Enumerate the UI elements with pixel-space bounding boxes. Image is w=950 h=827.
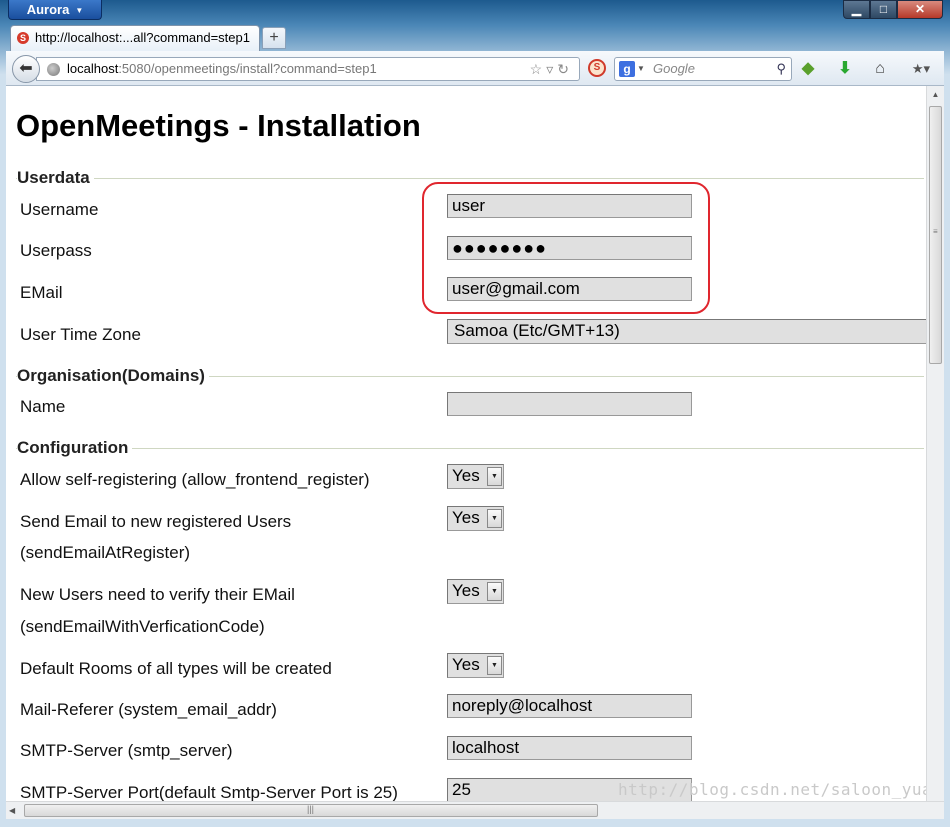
section-legend-configuration: Configuration	[17, 438, 133, 458]
url-bar-icons: ☆▿↻	[530, 58, 573, 80]
dropdown-arrow-icon[interactable]: ▼	[487, 656, 502, 675]
search-placeholder: Google	[653, 61, 695, 76]
star-icon[interactable]: ☆	[530, 61, 547, 77]
scroll-up-arrow-icon[interactable]: ▲	[927, 86, 944, 103]
timezone-label: User Time Zone	[20, 325, 141, 344]
horizontal-scroll-thumb[interactable]: |||	[24, 804, 598, 817]
close-icon: ✕	[914, 2, 926, 16]
email-label: EMail	[20, 283, 63, 302]
smtp-server-field[interactable]: localhost	[447, 736, 692, 760]
title-bar: Aurora ▼ ▁ □ ✕	[0, 0, 950, 22]
grip-icon: |||	[307, 804, 315, 814]
userpass-label: Userpass	[20, 241, 92, 260]
send-email-label-key: (sendEmailAtRegister)	[20, 543, 191, 562]
allow-self-register-select[interactable]: Yes ▼	[447, 464, 504, 489]
search-icon[interactable]: ⚲	[776, 58, 786, 80]
section-divider	[16, 178, 924, 179]
watermark-text: http://blog.csdn.net/saloon_yuan	[618, 780, 926, 799]
default-rooms-label: Default Rooms of all types will be creat…	[20, 659, 332, 678]
mail-referer-field[interactable]: noreply@localhost	[447, 694, 692, 718]
select-value: Yes	[452, 581, 480, 600]
section-legend-organisation: Organisation(Domains)	[17, 366, 209, 386]
send-email-select[interactable]: Yes ▼	[447, 506, 504, 531]
select-value: Yes	[452, 466, 480, 485]
org-name-field[interactable]	[447, 392, 692, 416]
mail-referer-label: Mail-Referer (system_email_addr)	[20, 700, 277, 719]
aurora-menu-label: Aurora	[26, 2, 70, 17]
horizontal-scrollbar[interactable]: ◀ |||	[6, 801, 944, 819]
section-divider	[16, 448, 924, 449]
globe-icon	[47, 63, 60, 76]
default-rooms-select[interactable]: Yes ▼	[447, 653, 504, 678]
url-bar[interactable]: localhost:5080/openmeetings/install?comm…	[36, 57, 580, 81]
navigation-toolbar: localhost:5080/openmeetings/install?comm…	[6, 51, 944, 86]
reload-icon[interactable]: ↻	[557, 61, 573, 77]
chevron-down-icon: ▼	[75, 6, 84, 15]
vertical-scroll-thumb[interactable]: ≡	[929, 106, 942, 364]
browser-tab-active[interactable]: S http://localhost:...all?command=step1	[10, 25, 260, 51]
highlight-annotation	[422, 182, 710, 314]
username-label: Username	[20, 200, 99, 219]
org-name-label: Name	[20, 397, 66, 416]
send-email-label: Send Email to new registered Users	[20, 512, 292, 531]
page-content: OpenMeetings - Installation Userdata Use…	[6, 86, 926, 801]
site-favicon-icon: S	[17, 32, 29, 44]
plus-icon: +	[269, 29, 279, 46]
close-window-button[interactable]: ✕	[897, 0, 943, 19]
verify-email-select[interactable]: Yes ▼	[447, 579, 504, 604]
maximize-button[interactable]: □	[870, 0, 897, 19]
aurora-menu-button[interactable]: Aurora ▼	[8, 0, 102, 20]
window-bottom-frame	[0, 819, 950, 827]
dropdown-arrow-icon[interactable]: ▼	[487, 467, 502, 486]
timezone-select[interactable]: Samoa (Etc/GMT+13)	[447, 319, 926, 344]
tab-title: http://localhost:...all?command=step1	[35, 30, 250, 45]
grip-icon: ≡	[933, 227, 938, 236]
google-engine-icon[interactable]: g	[619, 61, 635, 77]
dropdown-arrow-icon[interactable]: ▼	[487, 582, 502, 601]
url-host: localhost	[67, 61, 119, 76]
dropdown-arrow-icon[interactable]: ▼	[487, 509, 502, 528]
maximize-icon: □	[879, 2, 888, 16]
search-bar[interactable]: g ▼ Google ⚲	[614, 57, 792, 81]
smtp-server-label: SMTP-Server (smtp_server)	[20, 741, 233, 760]
minimize-icon: ▁	[851, 2, 862, 16]
section-legend-userdata: Userdata	[17, 168, 94, 188]
bookmarks-menu-icon[interactable]: ★▾	[906, 59, 936, 79]
select-value: Yes	[452, 655, 480, 674]
back-arrow-icon: ⬅	[19, 60, 33, 77]
back-button[interactable]: ⬅	[12, 55, 40, 83]
allow-self-register-label: Allow self-registering (allow_frontend_r…	[20, 470, 370, 489]
url-text: localhost:5080/openmeetings/install?comm…	[67, 58, 377, 80]
new-tab-button[interactable]: +	[262, 27, 286, 49]
page-title: OpenMeetings - Installation	[16, 108, 421, 143]
feed-icon[interactable]: ◆	[798, 59, 818, 79]
dropdown-arrow-icon[interactable]: ▿	[546, 61, 557, 77]
minimize-button[interactable]: ▁	[843, 0, 870, 19]
url-path: :5080/openmeetings/install?command=step1	[118, 61, 377, 76]
browser-window: Aurora ▼ ▁ □ ✕ S http://localhost:...all?…	[0, 0, 950, 827]
download-icon[interactable]: ⬇	[835, 59, 855, 79]
scroll-left-arrow-icon[interactable]: ◀	[9, 802, 15, 819]
verify-email-label-key: (sendEmailWithVerficationCode)	[20, 617, 265, 636]
engine-dropdown-icon[interactable]: ▼	[637, 58, 645, 80]
home-icon[interactable]: ⌂	[870, 59, 890, 79]
verify-email-label: New Users need to verify their EMail	[20, 585, 295, 604]
smtp-port-label: SMTP-Server Port(default Smtp-Server Por…	[20, 783, 398, 801]
select-value: Yes	[452, 508, 480, 527]
noscript-block-icon[interactable]: S	[588, 59, 606, 77]
vertical-scrollbar[interactable]: ▲ ≡	[926, 86, 944, 801]
